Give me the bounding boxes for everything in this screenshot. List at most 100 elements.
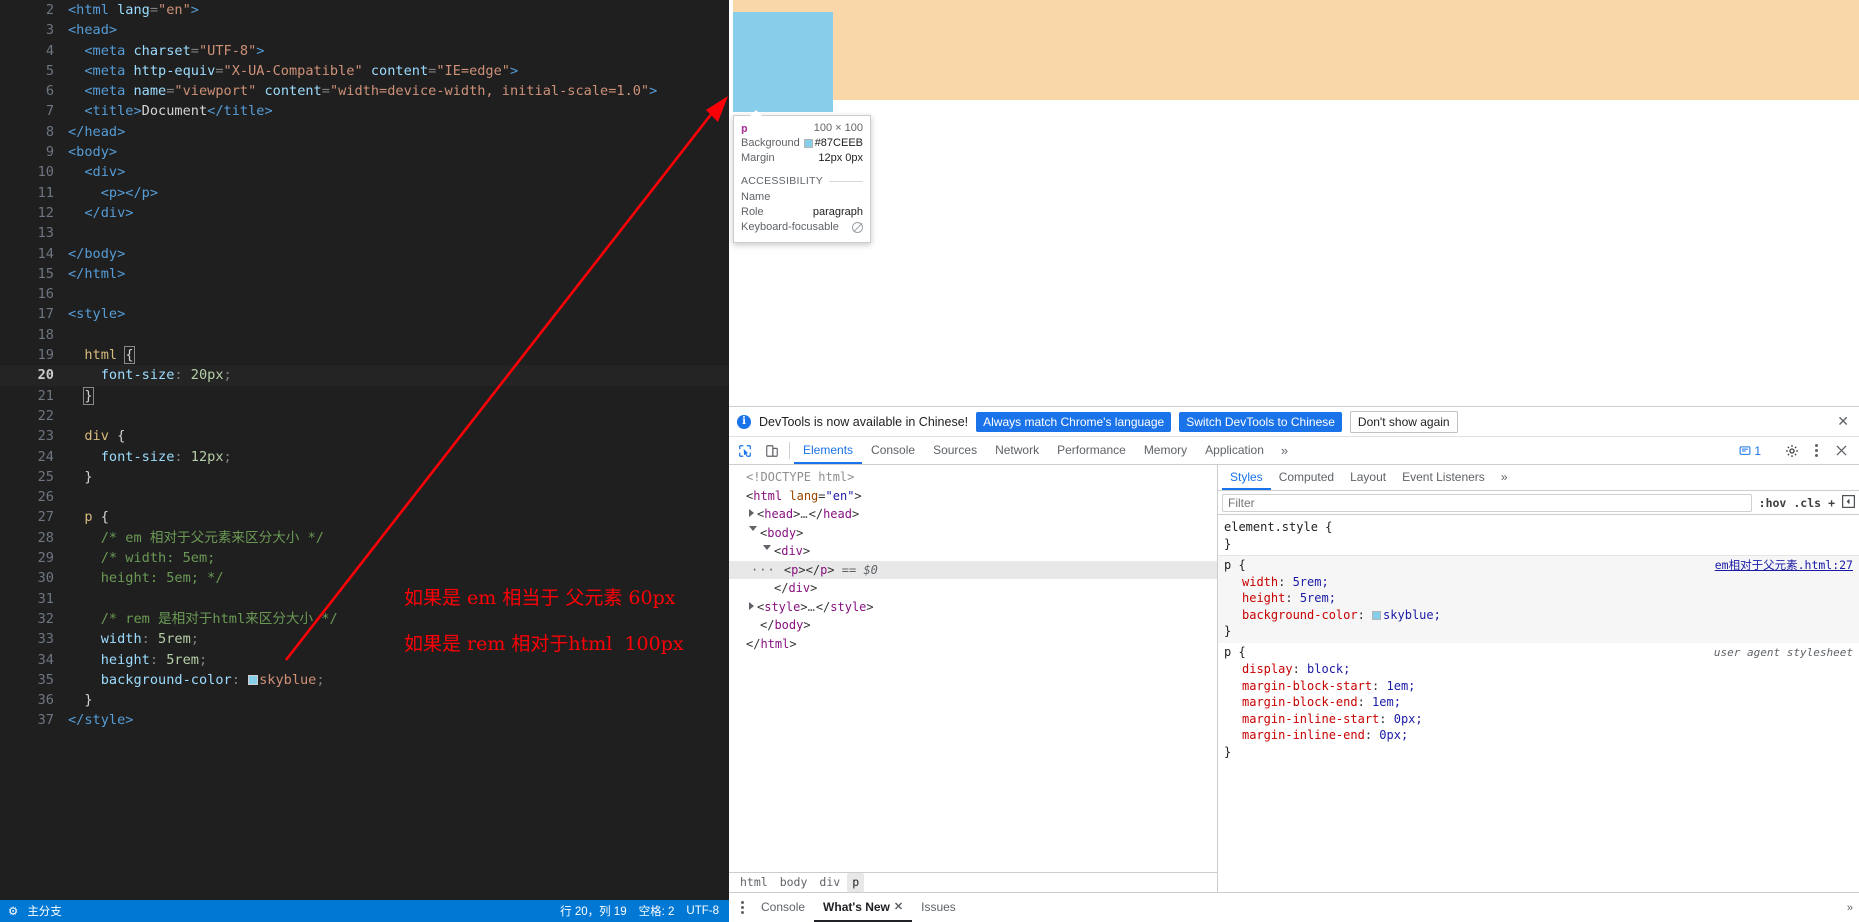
always-match-language-button[interactable]: Always match Chrome's language (976, 411, 1172, 432)
drawer-tab-console[interactable]: Console (752, 893, 814, 922)
close-devtools-icon[interactable] (1828, 445, 1855, 456)
dom-tree-lines[interactable]: <!DOCTYPE html> <html lang="en"> <head>…</… (729, 468, 1217, 872)
declaration-value[interactable]: 1em; (1387, 679, 1416, 693)
tab-memory[interactable]: Memory (1135, 437, 1196, 464)
dom-node[interactable]: </div> (729, 579, 1217, 598)
indentation[interactable]: 空格: 2 (639, 903, 675, 919)
style-rule[interactable]: p {user agent stylesheet display: block; m… (1218, 643, 1859, 764)
style-declaration[interactable]: display: block; (1224, 661, 1853, 678)
style-declaration[interactable]: width: 5rem; (1224, 574, 1853, 591)
dont-show-again-button[interactable]: Don't show again (1349, 410, 1458, 433)
code-line-21[interactable]: 21 } (0, 386, 729, 406)
declaration-value[interactable]: 0px; (1379, 728, 1408, 742)
dom-node[interactable]: </body> (729, 616, 1217, 635)
code-line-27[interactable]: 27 p { (0, 507, 729, 527)
code-line-12[interactable]: 12 </div> (0, 203, 729, 223)
dom-node[interactable]: </html> (729, 635, 1217, 654)
declaration-property[interactable]: margin-block-end (1242, 695, 1358, 709)
style-rule[interactable]: element.style {} (1218, 518, 1859, 555)
color-swatch-icon[interactable] (248, 674, 259, 685)
style-declaration[interactable]: margin-inline-end: 0px; (1224, 727, 1853, 744)
device-toolbar-icon[interactable] (758, 437, 785, 464)
styles-rules-list[interactable]: element.style {} p {em相对于父元素.html:27 width… (1218, 515, 1859, 892)
toggle-sidebar-icon[interactable] (1842, 494, 1855, 511)
breadcrumb-item-p[interactable]: p (847, 873, 865, 892)
chevron-down-icon[interactable] (749, 526, 757, 535)
rendered-page[interactable]: p 100 × 100 Background #87CEEB Margin 12… (729, 0, 1859, 406)
code-line-16[interactable]: 16 (0, 284, 729, 304)
message-count-badge[interactable]: 1 (1735, 444, 1765, 458)
declaration-property[interactable]: background-color (1242, 608, 1358, 622)
page-p-element-highlight[interactable] (733, 12, 833, 112)
style-declaration[interactable]: margin-block-end: 1em; (1224, 694, 1853, 711)
dom-node[interactable]: ··· <p></p> == $0 (729, 560, 1217, 579)
code-line-8[interactable]: 8 </head> (0, 122, 729, 142)
code-line-37[interactable]: 37 </style> (0, 710, 729, 730)
dom-node[interactable]: <style>…</style> (729, 598, 1217, 617)
declaration-property[interactable]: width (1242, 575, 1278, 589)
editor-status-bar[interactable]: ⚙ 主分支 行 20，列 19 空格: 2 UTF-8 (0, 900, 729, 922)
declaration-value[interactable]: block; (1307, 662, 1350, 676)
styles-filter-input[interactable] (1222, 493, 1752, 512)
cursor-position[interactable]: 行 20，列 19 (560, 903, 626, 919)
declaration-value[interactable]: 5rem; (1293, 575, 1329, 589)
breadcrumb-item-body[interactable]: body (775, 873, 813, 892)
hov-toggle-button[interactable]: :hov (1759, 496, 1787, 510)
more-tabs-icon[interactable]: » (1273, 437, 1296, 464)
breadcrumb[interactable]: html body div p (729, 872, 1217, 892)
encoding[interactable]: UTF-8 (686, 905, 719, 917)
cls-toggle-button[interactable]: .cls (1793, 496, 1821, 510)
tab-console[interactable]: Console (862, 437, 924, 464)
style-declaration[interactable]: height: 5rem; (1224, 590, 1853, 607)
code-line-22[interactable]: 22 (0, 406, 729, 426)
code-lines[interactable]: 2 <html lang="en"> 3 <head> 4 <meta charset=… (0, 0, 729, 900)
tab-elements[interactable]: Elements (794, 437, 863, 464)
code-line-13[interactable]: 13 (0, 223, 729, 243)
code-line-3[interactable]: 3 <head> (0, 20, 729, 40)
code-line-9[interactable]: 9 <body> (0, 142, 729, 162)
declaration-property[interactable]: height (1242, 591, 1285, 605)
code-line-15[interactable]: 15 </html> (0, 264, 729, 284)
code-line-18[interactable]: 18 (0, 325, 729, 345)
code-line-35[interactable]: 35 background-color: skyblue; (0, 670, 729, 690)
breadcrumb-item-html[interactable]: html (735, 873, 773, 892)
close-tab-icon[interactable]: ✕ (894, 900, 903, 913)
code-line-2[interactable]: 2 <html lang="en"> (0, 0, 729, 20)
declaration-property[interactable]: margin-block-start (1242, 679, 1372, 693)
git-branch[interactable]: 主分支 (27, 903, 62, 919)
declaration-value[interactable]: 5rem; (1300, 591, 1336, 605)
close-icon[interactable]: ✕ (1837, 413, 1851, 430)
drawer-more-options-icon[interactable] (733, 901, 752, 914)
declaration-value[interactable]: 1em; (1372, 695, 1401, 709)
gear-icon[interactable] (1778, 444, 1805, 458)
style-rule-selector[interactable]: p { (1224, 557, 1246, 574)
tab-application[interactable]: Application (1196, 437, 1273, 464)
dom-node[interactable]: <head>…</head> (729, 505, 1217, 524)
code-line-14[interactable]: 14 </body> (0, 244, 729, 264)
declaration-property[interactable]: display (1242, 662, 1293, 676)
page-div-element[interactable] (733, 0, 1859, 100)
remote-icon[interactable]: ⚙ (8, 904, 18, 918)
tab-event-listeners[interactable]: Event Listeners (1394, 465, 1493, 490)
style-declaration[interactable]: margin-block-start: 1em; (1224, 678, 1853, 695)
code-line-29[interactable]: 29 /* width: 5em; (0, 548, 729, 568)
code-line-28[interactable]: 28 /* em 相对于父元素来区分大小 */ (0, 528, 729, 548)
more-styles-tabs-icon[interactable]: » (1493, 465, 1516, 490)
ellipsis-icon[interactable]: ··· (751, 563, 784, 577)
dom-node[interactable]: <body> (729, 524, 1217, 543)
code-line-25[interactable]: 25 } (0, 467, 729, 487)
dom-node[interactable]: <div> (729, 542, 1217, 561)
code-line-36[interactable]: 36 } (0, 690, 729, 710)
style-rule-selector[interactable]: p { (1224, 644, 1246, 661)
tab-styles[interactable]: Styles (1222, 465, 1271, 490)
style-rule-source[interactable]: em相对于父元素.html:27 (1715, 557, 1853, 574)
code-line-11[interactable]: 11 <p></p> (0, 183, 729, 203)
declaration-property[interactable]: margin-inline-start (1242, 712, 1379, 726)
code-line-19[interactable]: 19 html { (0, 345, 729, 365)
style-declaration[interactable]: margin-inline-start: 0px; (1224, 711, 1853, 728)
dom-node[interactable]: <!DOCTYPE html> (729, 468, 1217, 487)
new-style-rule-button[interactable]: + (1828, 496, 1835, 510)
code-line-26[interactable]: 26 (0, 487, 729, 507)
chevron-right-icon[interactable] (749, 601, 754, 610)
tab-layout[interactable]: Layout (1342, 465, 1394, 490)
